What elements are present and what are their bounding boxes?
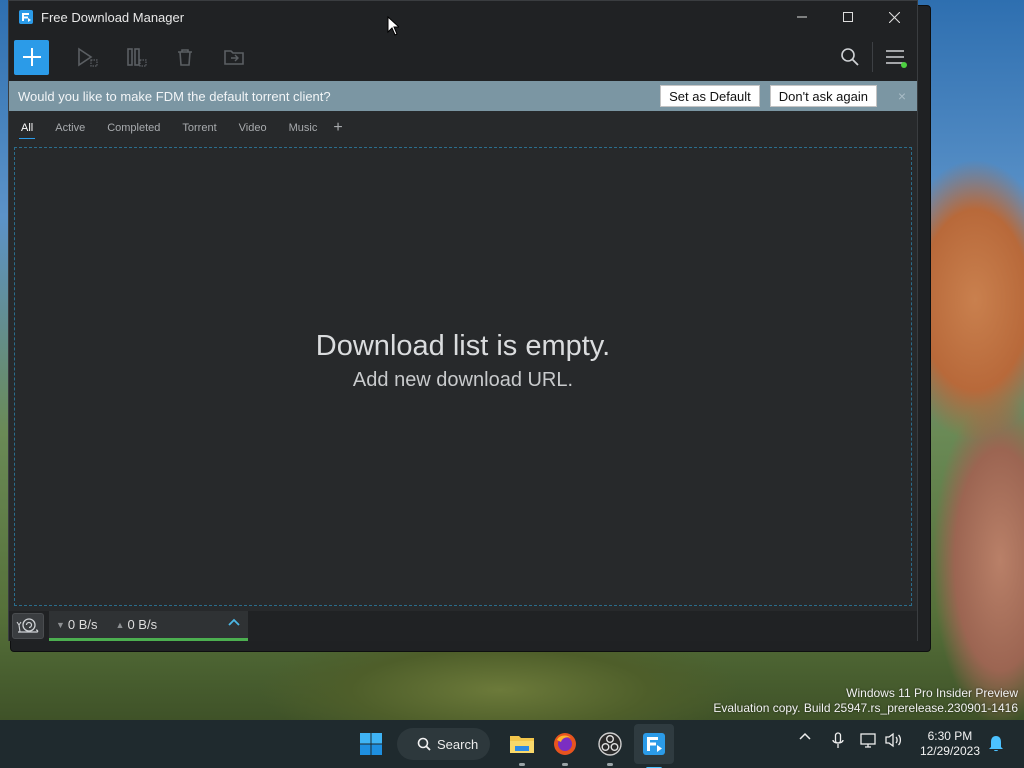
tab-all[interactable]: All (18, 118, 36, 139)
minimize-icon (797, 16, 807, 18)
main-menu-button[interactable] (883, 45, 907, 69)
tray-microphone[interactable] (831, 732, 845, 750)
search-icon (417, 737, 431, 751)
tray-volume[interactable] (885, 732, 903, 748)
upload-speed-value: 0 B/s (127, 617, 158, 632)
speed-limit-button[interactable] (12, 613, 44, 639)
notification-close-icon[interactable]: × (887, 88, 917, 104)
start-button[interactable] (355, 728, 387, 760)
add-tab-icon[interactable]: + (333, 119, 342, 137)
chevron-up-icon[interactable] (228, 618, 240, 628)
mouse-cursor-icon (387, 16, 399, 36)
download-speed: ▼ 0 B/s (56, 617, 98, 632)
notifications-button[interactable] (988, 734, 1004, 752)
clock-time: 6:30 PM (927, 729, 973, 743)
search-icon (841, 48, 859, 66)
obs-studio-icon (598, 732, 622, 756)
network-icon (860, 733, 876, 748)
speaker-icon (885, 732, 902, 748)
close-button[interactable] (871, 1, 917, 33)
tab-music[interactable]: Music (289, 118, 318, 138)
chevron-up-icon (799, 732, 811, 740)
trash-icon (178, 49, 192, 66)
toolbar-divider (872, 42, 873, 72)
taskbar-search-label: Search (437, 736, 479, 752)
play-icon (78, 47, 98, 67)
resume-button[interactable] (75, 45, 99, 69)
taskbar-search[interactable]: Search (397, 728, 490, 760)
windows-logo-icon (360, 733, 382, 755)
empty-list-subtitle: Add new download URL. (352, 368, 574, 391)
toolbar (9, 33, 917, 81)
snail-icon (16, 618, 39, 633)
upload-speed: ▲ 0 B/s (116, 617, 158, 632)
taskbar-file-explorer[interactable] (506, 728, 538, 766)
running-indicator (519, 763, 525, 766)
taskbar-clock[interactable]: 6:30 PM 12/29/2023 (920, 729, 980, 759)
delete-button[interactable] (173, 45, 197, 69)
taskbar-free-download-manager[interactable] (634, 724, 674, 768)
status-dot-icon (901, 62, 907, 68)
clock-date: 12/29/2023 (919, 744, 980, 758)
dont-ask-again-button[interactable]: Don't ask again (769, 85, 877, 107)
fdm-logo-icon (19, 10, 33, 24)
microphone-icon (832, 732, 844, 748)
tab-torrent[interactable]: Torrent (182, 118, 216, 138)
maximize-icon (843, 12, 853, 22)
tray-overflow-button[interactable] (799, 732, 811, 740)
tab-active[interactable]: Active (55, 118, 85, 138)
minimize-button[interactable] (779, 1, 825, 33)
filter-tabs: All Active Completed Torrent Video Music… (9, 111, 917, 145)
bell-icon (989, 736, 1003, 752)
folder-icon (510, 736, 534, 753)
default-client-notification: Would you like to make FDM the default t… (9, 81, 917, 111)
firefox-icon (554, 733, 576, 755)
plus-icon (22, 48, 41, 66)
status-bar: ▼ 0 B/s ▲ 0 B/s (9, 611, 917, 641)
add-download-button[interactable] (14, 39, 49, 75)
up-arrow-icon: ▲ (115, 619, 125, 630)
set-as-default-button[interactable]: Set as Default (660, 85, 760, 107)
taskbar-obs-studio[interactable] (594, 728, 626, 766)
tab-video[interactable]: Video (239, 118, 267, 138)
move-to-folder-button[interactable] (222, 45, 246, 69)
window-title: Free Download Manager (41, 9, 185, 25)
taskbar-firefox[interactable] (549, 728, 581, 766)
pause-icon (127, 48, 147, 67)
speed-panel[interactable]: ▼ 0 B/s ▲ 0 B/s (49, 611, 248, 641)
watermark-line1: Windows 11 Pro Insider Preview (846, 686, 1018, 700)
title-bar[interactable]: Free Download Manager (9, 1, 917, 33)
folder-move-icon (224, 50, 244, 65)
maximize-button[interactable] (825, 1, 871, 33)
close-icon (888, 11, 900, 23)
running-indicator (562, 763, 568, 766)
fdm-window: Free Download Manager Would you like to … (8, 0, 918, 641)
taskbar: Search 6:30 PM 12/29/2023 (0, 720, 1024, 768)
search-button[interactable] (838, 45, 862, 69)
tray-network[interactable] (860, 732, 878, 748)
pause-button[interactable] (124, 45, 148, 69)
notification-message: Would you like to make FDM the default t… (18, 88, 331, 104)
empty-list-title: Download list is empty. (315, 329, 611, 362)
download-list[interactable]: Download list is empty. Add new download… (14, 147, 912, 606)
windows-watermark: Windows 11 Pro Insider Preview Evaluatio… (713, 686, 1018, 716)
fdm-logo-icon (643, 733, 665, 755)
down-arrow-icon: ▼ (56, 619, 65, 630)
download-speed-value: 0 B/s (67, 617, 98, 632)
tab-completed[interactable]: Completed (107, 118, 160, 138)
running-indicator (607, 763, 613, 766)
watermark-line2: Evaluation copy. Build 25947.rs_prerelea… (713, 701, 1018, 715)
